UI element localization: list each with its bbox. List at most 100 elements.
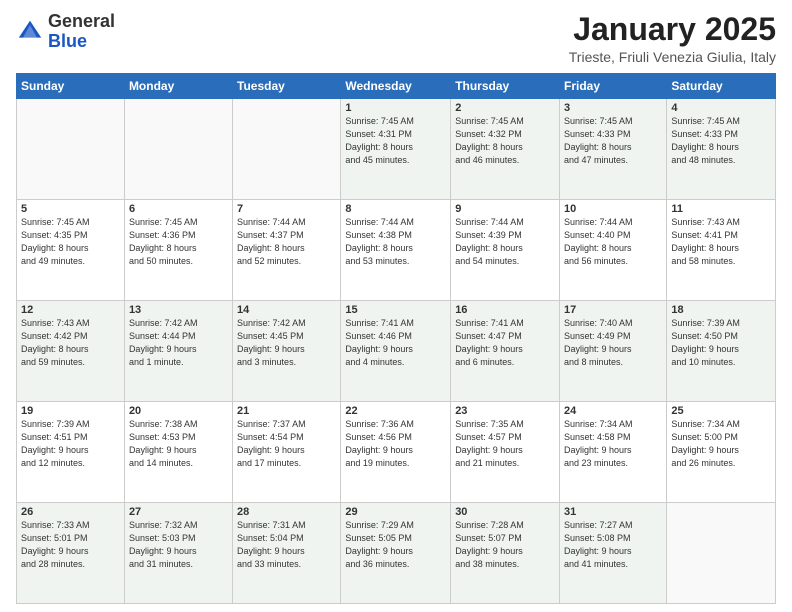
week-row-0: 1Sunrise: 7:45 AM Sunset: 4:31 PM Daylig…	[17, 99, 776, 200]
day-number: 6	[129, 203, 228, 215]
logo-text: General Blue	[48, 12, 115, 52]
calendar-cell: 29Sunrise: 7:29 AM Sunset: 5:05 PM Dayli…	[341, 503, 451, 604]
calendar-cell: 23Sunrise: 7:35 AM Sunset: 4:57 PM Dayli…	[451, 402, 560, 503]
calendar-cell	[667, 503, 776, 604]
day-number: 4	[671, 102, 771, 114]
calendar-cell: 2Sunrise: 7:45 AM Sunset: 4:32 PM Daylig…	[451, 99, 560, 200]
day-number: 29	[345, 506, 446, 518]
day-number: 2	[455, 102, 555, 114]
calendar-cell: 8Sunrise: 7:44 AM Sunset: 4:38 PM Daylig…	[341, 200, 451, 301]
day-number: 9	[455, 203, 555, 215]
weekday-header-friday: Friday	[560, 74, 667, 99]
calendar-cell: 16Sunrise: 7:41 AM Sunset: 4:47 PM Dayli…	[451, 301, 560, 402]
day-number: 11	[671, 203, 771, 215]
day-info: Sunrise: 7:45 AM Sunset: 4:31 PM Dayligh…	[345, 115, 446, 167]
day-number: 12	[21, 304, 120, 316]
calendar-cell: 15Sunrise: 7:41 AM Sunset: 4:46 PM Dayli…	[341, 301, 451, 402]
weekday-header-sunday: Sunday	[17, 74, 125, 99]
day-number: 31	[564, 506, 662, 518]
day-number: 8	[345, 203, 446, 215]
day-info: Sunrise: 7:45 AM Sunset: 4:33 PM Dayligh…	[671, 115, 771, 167]
day-number: 19	[21, 405, 120, 417]
calendar-title: January 2025	[569, 12, 776, 47]
week-row-1: 5Sunrise: 7:45 AM Sunset: 4:35 PM Daylig…	[17, 200, 776, 301]
calendar-cell: 11Sunrise: 7:43 AM Sunset: 4:41 PM Dayli…	[667, 200, 776, 301]
week-row-3: 19Sunrise: 7:39 AM Sunset: 4:51 PM Dayli…	[17, 402, 776, 503]
calendar-cell: 22Sunrise: 7:36 AM Sunset: 4:56 PM Dayli…	[341, 402, 451, 503]
calendar-cell: 6Sunrise: 7:45 AM Sunset: 4:36 PM Daylig…	[124, 200, 232, 301]
calendar-cell: 20Sunrise: 7:38 AM Sunset: 4:53 PM Dayli…	[124, 402, 232, 503]
day-info: Sunrise: 7:43 AM Sunset: 4:41 PM Dayligh…	[671, 216, 771, 268]
title-block: January 2025 Trieste, Friuli Venezia Giu…	[569, 12, 776, 65]
day-info: Sunrise: 7:36 AM Sunset: 4:56 PM Dayligh…	[345, 418, 446, 470]
day-info: Sunrise: 7:44 AM Sunset: 4:37 PM Dayligh…	[237, 216, 336, 268]
calendar-cell: 24Sunrise: 7:34 AM Sunset: 4:58 PM Dayli…	[560, 402, 667, 503]
day-number: 21	[237, 405, 336, 417]
day-info: Sunrise: 7:39 AM Sunset: 4:51 PM Dayligh…	[21, 418, 120, 470]
logo-icon	[16, 18, 44, 46]
calendar-cell: 31Sunrise: 7:27 AM Sunset: 5:08 PM Dayli…	[560, 503, 667, 604]
day-number: 7	[237, 203, 336, 215]
day-number: 27	[129, 506, 228, 518]
day-info: Sunrise: 7:42 AM Sunset: 4:44 PM Dayligh…	[129, 317, 228, 369]
day-info: Sunrise: 7:45 AM Sunset: 4:35 PM Dayligh…	[21, 216, 120, 268]
day-number: 30	[455, 506, 555, 518]
day-number: 25	[671, 405, 771, 417]
day-number: 14	[237, 304, 336, 316]
day-number: 16	[455, 304, 555, 316]
logo-blue: Blue	[48, 31, 87, 51]
day-info: Sunrise: 7:44 AM Sunset: 4:39 PM Dayligh…	[455, 216, 555, 268]
weekday-header-row: SundayMondayTuesdayWednesdayThursdayFrid…	[17, 74, 776, 99]
calendar-cell	[233, 99, 341, 200]
weekday-header-tuesday: Tuesday	[233, 74, 341, 99]
day-number: 24	[564, 405, 662, 417]
day-info: Sunrise: 7:45 AM Sunset: 4:33 PM Dayligh…	[564, 115, 662, 167]
day-info: Sunrise: 7:33 AM Sunset: 5:01 PM Dayligh…	[21, 519, 120, 571]
calendar-cell: 13Sunrise: 7:42 AM Sunset: 4:44 PM Dayli…	[124, 301, 232, 402]
day-number: 22	[345, 405, 446, 417]
calendar-cell: 30Sunrise: 7:28 AM Sunset: 5:07 PM Dayli…	[451, 503, 560, 604]
day-info: Sunrise: 7:35 AM Sunset: 4:57 PM Dayligh…	[455, 418, 555, 470]
day-info: Sunrise: 7:41 AM Sunset: 4:47 PM Dayligh…	[455, 317, 555, 369]
logo-general: General	[48, 11, 115, 31]
calendar-cell: 10Sunrise: 7:44 AM Sunset: 4:40 PM Dayli…	[560, 200, 667, 301]
day-info: Sunrise: 7:40 AM Sunset: 4:49 PM Dayligh…	[564, 317, 662, 369]
day-number: 1	[345, 102, 446, 114]
day-number: 10	[564, 203, 662, 215]
day-number: 5	[21, 203, 120, 215]
calendar-cell	[124, 99, 232, 200]
day-info: Sunrise: 7:42 AM Sunset: 4:45 PM Dayligh…	[237, 317, 336, 369]
weekday-header-saturday: Saturday	[667, 74, 776, 99]
day-number: 26	[21, 506, 120, 518]
calendar-cell: 17Sunrise: 7:40 AM Sunset: 4:49 PM Dayli…	[560, 301, 667, 402]
weekday-header-monday: Monday	[124, 74, 232, 99]
day-info: Sunrise: 7:45 AM Sunset: 4:36 PM Dayligh…	[129, 216, 228, 268]
day-number: 17	[564, 304, 662, 316]
calendar-cell: 4Sunrise: 7:45 AM Sunset: 4:33 PM Daylig…	[667, 99, 776, 200]
week-row-4: 26Sunrise: 7:33 AM Sunset: 5:01 PM Dayli…	[17, 503, 776, 604]
day-info: Sunrise: 7:38 AM Sunset: 4:53 PM Dayligh…	[129, 418, 228, 470]
week-row-2: 12Sunrise: 7:43 AM Sunset: 4:42 PM Dayli…	[17, 301, 776, 402]
day-number: 13	[129, 304, 228, 316]
calendar-cell: 18Sunrise: 7:39 AM Sunset: 4:50 PM Dayli…	[667, 301, 776, 402]
day-number: 20	[129, 405, 228, 417]
calendar-cell: 5Sunrise: 7:45 AM Sunset: 4:35 PM Daylig…	[17, 200, 125, 301]
weekday-header-thursday: Thursday	[451, 74, 560, 99]
day-info: Sunrise: 7:45 AM Sunset: 4:32 PM Dayligh…	[455, 115, 555, 167]
day-info: Sunrise: 7:31 AM Sunset: 5:04 PM Dayligh…	[237, 519, 336, 571]
calendar-table: SundayMondayTuesdayWednesdayThursdayFrid…	[16, 73, 776, 604]
day-info: Sunrise: 7:29 AM Sunset: 5:05 PM Dayligh…	[345, 519, 446, 571]
calendar-cell: 14Sunrise: 7:42 AM Sunset: 4:45 PM Dayli…	[233, 301, 341, 402]
day-number: 23	[455, 405, 555, 417]
day-number: 28	[237, 506, 336, 518]
calendar-cell: 3Sunrise: 7:45 AM Sunset: 4:33 PM Daylig…	[560, 99, 667, 200]
calendar-cell: 26Sunrise: 7:33 AM Sunset: 5:01 PM Dayli…	[17, 503, 125, 604]
day-info: Sunrise: 7:43 AM Sunset: 4:42 PM Dayligh…	[21, 317, 120, 369]
day-info: Sunrise: 7:39 AM Sunset: 4:50 PM Dayligh…	[671, 317, 771, 369]
day-info: Sunrise: 7:37 AM Sunset: 4:54 PM Dayligh…	[237, 418, 336, 470]
weekday-header-wednesday: Wednesday	[341, 74, 451, 99]
header: General Blue January 2025 Trieste, Friul…	[16, 12, 776, 65]
day-number: 3	[564, 102, 662, 114]
calendar-subtitle: Trieste, Friuli Venezia Giulia, Italy	[569, 49, 776, 65]
calendar-cell: 1Sunrise: 7:45 AM Sunset: 4:31 PM Daylig…	[341, 99, 451, 200]
